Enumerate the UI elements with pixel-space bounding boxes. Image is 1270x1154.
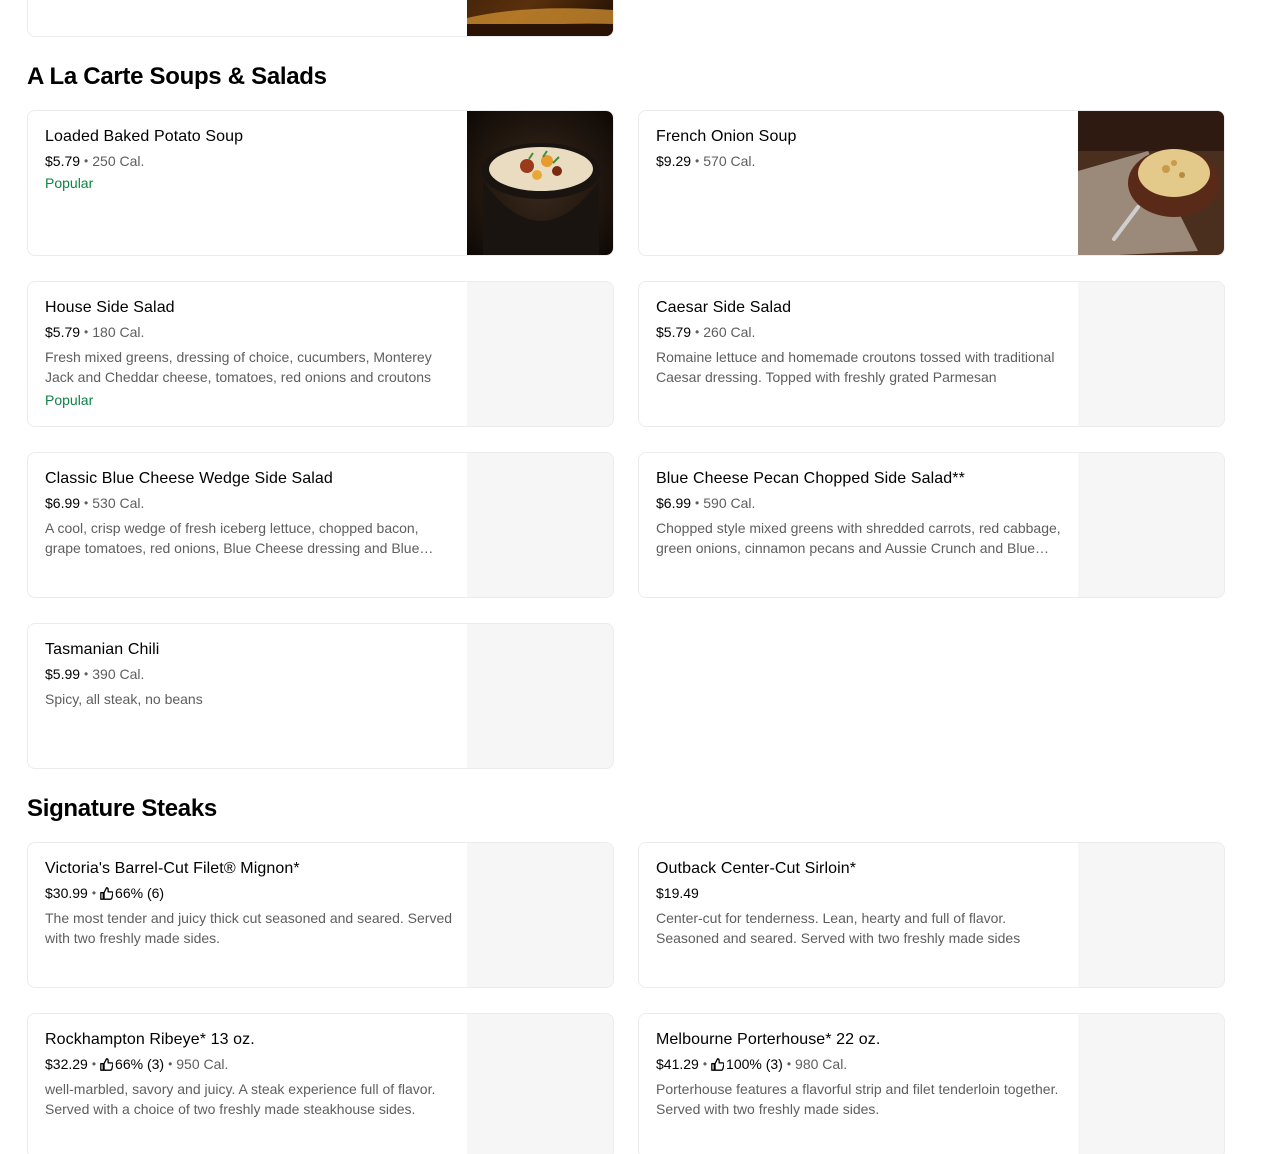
item-price: $19.49 xyxy=(656,885,699,901)
dish-photo xyxy=(467,111,613,255)
dish-photo xyxy=(467,0,613,36)
separator-dot: • xyxy=(695,496,700,510)
item-meta: $9.29 • 570 Cal. xyxy=(656,152,1066,170)
menu-page: A La Carte Soups & Salads Loaded Baked P… xyxy=(0,0,1270,1154)
item-price: $6.99 xyxy=(656,495,692,511)
menu-item-card[interactable]: French Onion Soup $9.29 • 570 Cal. xyxy=(638,110,1225,256)
item-calories: 950 Cal. xyxy=(176,1056,229,1072)
item-name: House Side Salad xyxy=(45,299,175,316)
separator-dot: • xyxy=(168,1057,173,1071)
item-meta: $5.79 • 180 Cal. xyxy=(45,323,455,341)
item-name: Outback Center-Cut Sirloin* xyxy=(656,860,857,877)
menu-item-card[interactable]: Rockhampton Ribeye* 13 oz. $32.29 • 66% … xyxy=(27,1013,614,1154)
item-meta: $6.99 • 590 Cal. xyxy=(656,494,1066,512)
item-meta: $5.79 • 260 Cal. xyxy=(656,323,1066,341)
item-name: Classic Blue Cheese Wedge Side Salad xyxy=(45,470,333,487)
separator-dot: • xyxy=(695,154,700,168)
item-meta: $32.29 • 66% (3) • 950 Cal. xyxy=(45,1055,455,1073)
item-price: $6.99 xyxy=(45,495,81,511)
menu-item-card[interactable]: Blue Cheese Pecan Chopped Side Salad** $… xyxy=(638,452,1225,598)
item-price: $5.99 xyxy=(45,666,81,682)
image-placeholder xyxy=(1078,843,1224,987)
item-description: Center-cut for tenderness. Lean, hearty … xyxy=(656,910,1021,946)
item-rating: 100% (3) xyxy=(726,1056,783,1072)
image-placeholder xyxy=(1078,282,1224,426)
item-price: $30.99 xyxy=(45,885,88,901)
menu-item-card-previous[interactable] xyxy=(27,0,614,37)
image-placeholder xyxy=(467,1014,613,1154)
item-calories: 590 Cal. xyxy=(703,495,756,511)
item-meta: $30.99 • 66% (6) xyxy=(45,884,455,902)
popular-badge: Popular xyxy=(45,175,94,191)
item-description: Fresh mixed greens, dressing of choice, … xyxy=(45,349,432,385)
item-rating: 66% (6) xyxy=(115,885,165,901)
section-title-soups-salads: A La Carte Soups & Salads xyxy=(27,63,327,90)
separator-dot: • xyxy=(786,1057,792,1071)
item-price: $5.79 xyxy=(45,324,81,340)
section-title-signature-steaks: Signature Steaks xyxy=(27,795,217,822)
item-calories: 390 Cal. xyxy=(92,666,145,682)
item-description: Chopped style mixed greens with shredded… xyxy=(656,520,1061,556)
image-placeholder xyxy=(467,624,613,768)
popular-badge: Popular xyxy=(45,392,94,408)
item-description: Romaine lettuce and homemade croutons to… xyxy=(656,349,1055,385)
menu-item-card[interactable]: Tasmanian Chili $5.99 • 390 Cal. Spicy, … xyxy=(27,623,614,769)
item-name: Caesar Side Salad xyxy=(656,299,792,316)
separator-dot: • xyxy=(91,1057,97,1071)
menu-item-card[interactable]: Melbourne Porterhouse* 22 oz. $41.29 • 1… xyxy=(638,1013,1225,1154)
item-calories: 980 Cal. xyxy=(795,1056,848,1072)
item-calories: 250 Cal. xyxy=(92,153,145,169)
item-rating: 66% (3) xyxy=(115,1056,165,1072)
item-calories: 180 Cal. xyxy=(92,324,145,340)
thumbs-up-icon xyxy=(100,1057,114,1071)
item-description: The most tender and juicy thick cut seas… xyxy=(45,910,453,946)
dish-photo xyxy=(1078,111,1224,255)
image-placeholder xyxy=(1078,453,1224,597)
thumbs-up-icon xyxy=(100,886,114,900)
item-meta: $19.49 xyxy=(656,884,1066,902)
separator-dot: • xyxy=(84,154,89,168)
item-description: Spicy, all steak, no beans xyxy=(45,691,203,707)
item-meta: $5.79 • 250 Cal. xyxy=(45,152,455,170)
menu-item-card[interactable]: Caesar Side Salad $5.79 • 260 Cal. Romai… xyxy=(638,281,1225,427)
item-description: Porterhouse features a flavorful strip a… xyxy=(656,1081,1059,1117)
item-calories: 570 Cal. xyxy=(703,153,756,169)
menu-item-card[interactable]: Victoria's Barrel-Cut Filet® Mignon* $30… xyxy=(27,842,614,988)
separator-dot: • xyxy=(695,325,700,339)
image-placeholder xyxy=(467,843,613,987)
item-name: Victoria's Barrel-Cut Filet® Mignon* xyxy=(45,860,300,877)
menu-item-card[interactable]: Loaded Baked Potato Soup $5.79 • 250 Cal… xyxy=(27,110,614,256)
item-meta: $41.29 • 100% (3) • 980 Cal. xyxy=(656,1055,1066,1073)
item-name: Loaded Baked Potato Soup xyxy=(45,128,244,145)
separator-dot: • xyxy=(702,1057,708,1071)
item-name: Melbourne Porterhouse* 22 oz. xyxy=(656,1031,881,1048)
item-price: $5.79 xyxy=(45,153,81,169)
thumbs-up-icon xyxy=(711,1057,725,1071)
image-placeholder xyxy=(467,282,613,426)
item-name: Tasmanian Chili xyxy=(45,641,160,658)
separator-dot: • xyxy=(91,886,97,900)
item-meta: $5.99 • 390 Cal. xyxy=(45,665,455,683)
item-description: well-marbled, savory and juicy. A steak … xyxy=(45,1081,436,1117)
menu-item-card[interactable]: Outback Center-Cut Sirloin* $19.49 Cente… xyxy=(638,842,1225,988)
separator-dot: • xyxy=(84,325,89,339)
item-name: French Onion Soup xyxy=(656,128,797,145)
image-placeholder xyxy=(1078,1014,1224,1154)
menu-item-card[interactable]: Classic Blue Cheese Wedge Side Salad $6.… xyxy=(27,452,614,598)
menu-item-card[interactable]: House Side Salad $5.79 • 180 Cal. Fresh … xyxy=(27,281,614,427)
item-price: $41.29 xyxy=(656,1056,699,1072)
image-placeholder xyxy=(467,453,613,597)
item-price: $5.79 xyxy=(656,324,692,340)
item-description: A cool, crisp wedge of fresh iceberg let… xyxy=(45,520,420,556)
separator-dot: • xyxy=(84,667,89,681)
item-calories: 530 Cal. xyxy=(92,495,145,511)
item-name: Blue Cheese Pecan Chopped Side Salad** xyxy=(656,470,965,487)
item-calories: 260 Cal. xyxy=(703,324,756,340)
item-name: Rockhampton Ribeye* 13 oz. xyxy=(45,1031,255,1048)
item-price: $32.29 xyxy=(45,1056,88,1072)
separator-dot: • xyxy=(84,496,89,510)
item-meta: $6.99 • 530 Cal. xyxy=(45,494,455,512)
item-price: $9.29 xyxy=(656,153,692,169)
